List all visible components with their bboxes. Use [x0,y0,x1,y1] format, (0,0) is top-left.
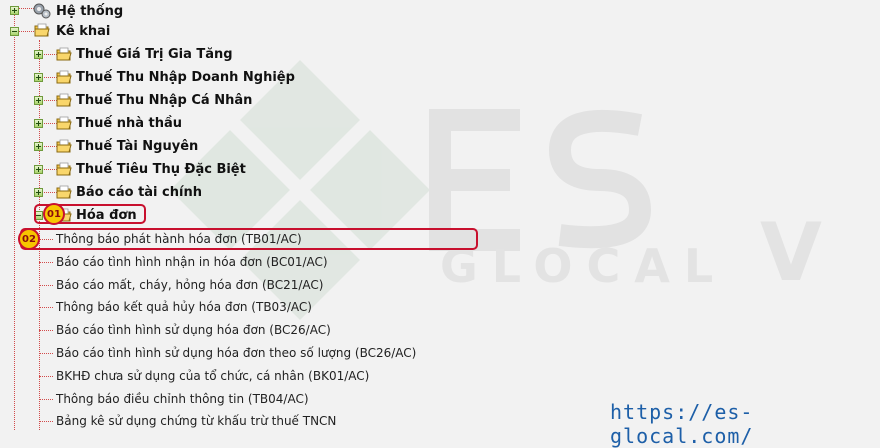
tree-node-group[interactable]: Thuế Giá Trị Gia Tăng [0,43,420,65]
tree-node-group[interactable]: Thuế Thu Nhập Cá Nhân [0,89,420,111]
leaf-label: Thông báo kết quả hủy hóa đơn (TB03/AC) [56,300,312,314]
tree-node-ke-khai[interactable]: Kê khai [0,20,200,42]
tree-leaf-item[interactable]: BKHĐ chưa sử dụng của tổ chức, cá nhân (… [0,365,520,387]
node-label: Thuế Thu Nhập Cá Nhân [76,92,253,108]
expand-icon[interactable] [34,188,43,197]
tree-node-group[interactable]: Thuế nhà thầu [0,112,420,134]
tree-line-h [39,285,53,286]
collapse-icon[interactable] [10,27,19,36]
folder-icon [56,93,72,107]
tree-node-group[interactable]: Thuế Thu Nhập Doanh Nghiệp [0,66,420,88]
leaf-label: Báo cáo tình hình nhận in hóa đơn (BC01/… [56,255,328,269]
expand-icon[interactable] [34,142,43,151]
tree-line-h [39,376,53,377]
leaf-label: Báo cáo tình hình sử dụng hóa đơn theo s… [56,346,417,360]
tree-node-group[interactable]: Báo cáo tài chính [0,181,420,203]
expand-icon[interactable] [34,165,43,174]
folder-icon [56,116,72,130]
leaf-label: Thông báo điều chỉnh thông tin (TB04/AC) [56,392,309,406]
tree-leaf-item[interactable]: Thông báo kết quả hủy hóa đơn (TB03/AC) [0,296,520,318]
leaf-label: Báo cáo mất, cháy, hỏng hóa đơn (BC21/AC… [56,278,324,292]
node-label: Báo cáo tài chính [76,184,202,200]
leaf-label: BKHĐ chưa sử dụng của tổ chức, cá nhân (… [56,369,370,383]
tree-line-h [39,421,53,422]
tree-line-h [39,307,53,308]
tree-line-h [39,330,53,331]
folder-icon [56,162,72,176]
leaf-label: Bảng kê sử dụng chứng từ khấu trừ thuế T… [56,414,337,428]
node-label: Thuế Giá Trị Gia Tăng [76,46,233,62]
tree-leaf-item[interactable]: Bảng kê sử dụng chứng từ khấu trừ thuế T… [0,410,520,432]
tree-node-he-thong[interactable]: Hệ thống [0,0,200,22]
node-label: Thuế Tài Nguyên [76,138,199,154]
step-badge-01: 01 [43,203,65,225]
gears-icon [33,3,51,19]
tree-node-group[interactable]: Thuế Tiêu Thụ Đặc Biệt [0,158,420,180]
tree-line-h [39,399,53,400]
expand-icon[interactable] [34,73,43,82]
expand-icon[interactable] [10,6,19,15]
tree-leaf-item[interactable]: Báo cáo mất, cháy, hỏng hóa đơn (BC21/AC… [0,274,520,296]
tree-leaf-item[interactable]: Báo cáo tình hình sử dụng hóa đơn (BC26/… [0,319,520,341]
leaf-label: Báo cáo tình hình sử dụng hóa đơn (BC26/… [56,323,331,337]
tree-line-h [39,262,53,263]
open-folder-icon [34,23,50,37]
expand-icon[interactable] [34,119,43,128]
folder-icon [56,47,72,61]
tree-leaf-item[interactable]: Báo cáo tình hình sử dụng hóa đơn theo s… [0,342,520,364]
tree-line-h [39,353,53,354]
folder-icon [56,185,72,199]
watermark-url: https://es-glocal.com/ [610,400,754,448]
folder-icon [56,70,72,84]
folder-icon [56,139,72,153]
tree-node-group[interactable]: Thuế Tài Nguyên [0,135,420,157]
tree-view: Hệ thống Kê khai Thuế Giá Trị Gia Tăng Th… [0,0,880,448]
tree-leaf-item[interactable]: Thông báo điều chỉnh thông tin (TB04/AC) [0,388,520,410]
expand-icon[interactable] [34,50,43,59]
node-label: Thuế nhà thầu [76,115,183,131]
expand-icon[interactable] [34,96,43,105]
step-badge-02: 02 [18,228,40,250]
highlight-box-tb01 [20,228,478,250]
node-label: Kê khai [56,23,111,39]
tree-leaf-item[interactable]: Báo cáo tình hình nhận in hóa đơn (BC01/… [0,251,520,273]
node-label: Hệ thống [56,3,124,19]
node-label: Thuế Tiêu Thụ Đặc Biệt [76,161,246,177]
node-label: Thuế Thu Nhập Doanh Nghiệp [76,69,295,85]
